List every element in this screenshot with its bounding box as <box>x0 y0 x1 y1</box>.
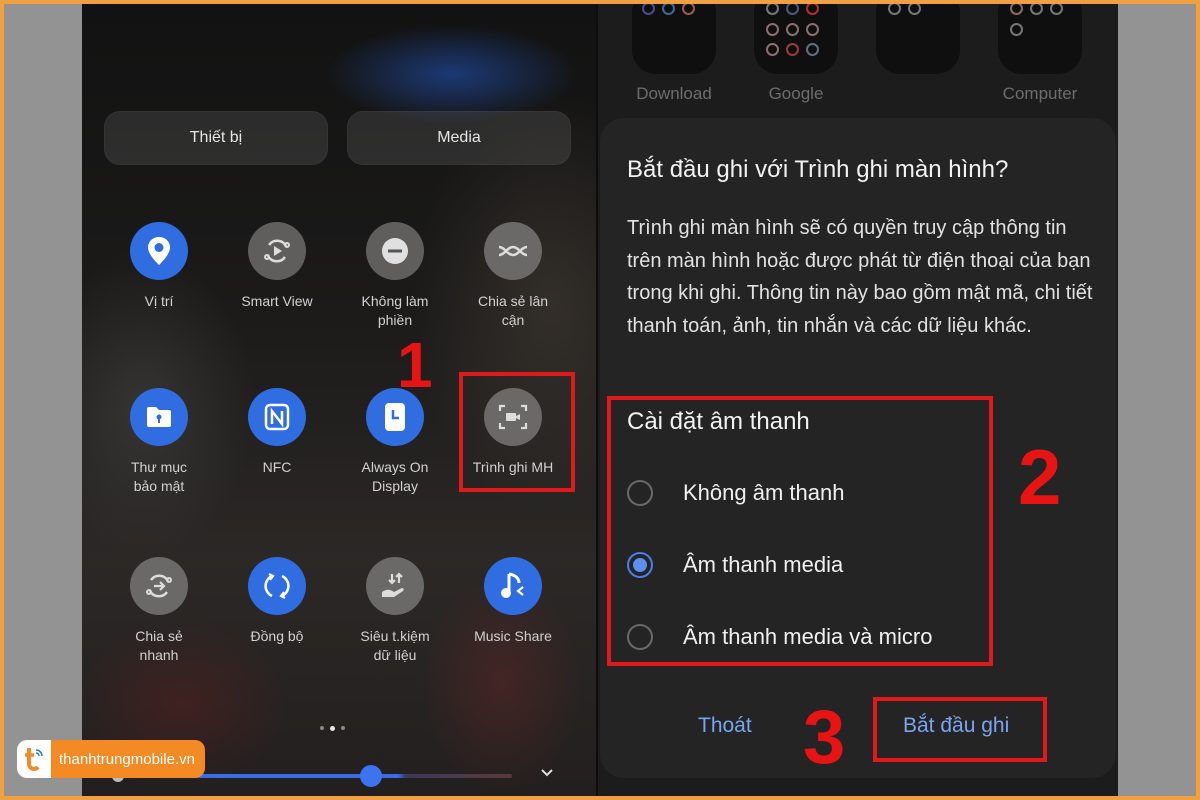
folder-download[interactable] <box>632 4 716 74</box>
tile-quick-share[interactable]: Chia sẻ nhanh <box>104 557 214 665</box>
page-dot[interactable] <box>320 726 324 730</box>
highlight-box-step1 <box>459 372 575 492</box>
dialog-title: Bắt đầu ghi với Trình ghi màn hình? <box>627 156 1009 183</box>
tile-always-on-display[interactable]: Always On Display <box>340 388 450 496</box>
sync-icon <box>248 557 306 615</box>
tile-sync[interactable]: Đồng bộ <box>222 557 332 646</box>
chevron-down-icon[interactable] <box>540 766 554 780</box>
tile-data-saver[interactable]: Siêu t.kiệm dữ liệu <box>340 557 450 665</box>
location-pin-icon <box>130 222 188 280</box>
tile-location[interactable]: Vị trí <box>104 222 214 311</box>
tile-do-not-disturb[interactable]: Không làm phiền <box>340 222 450 330</box>
step-number-1: 1 <box>397 329 433 401</box>
step-number-2: 2 <box>1018 433 1062 521</box>
brightness-slider-thumb[interactable] <box>360 765 383 787</box>
cancel-button[interactable]: Thoát <box>698 714 752 738</box>
page-indicator <box>320 725 345 731</box>
nearby-share-icon <box>484 222 542 280</box>
tile-music-share[interactable]: Music Share <box>458 557 568 646</box>
data-saver-icon <box>366 557 424 615</box>
tab-devices[interactable]: Thiết bị <box>104 111 328 165</box>
folder-label: Computer <box>1002 84 1078 103</box>
highlight-box-step2 <box>607 396 993 666</box>
tile-secure-folder[interactable]: Thư mục bảo mật <box>104 388 214 496</box>
do-not-disturb-icon <box>366 222 424 280</box>
page-dot-active[interactable] <box>330 725 335 731</box>
step-number-3: 3 <box>803 695 846 780</box>
dialog-body: Trình ghi màn hình sẽ có quyền truy cập … <box>627 217 1093 337</box>
smart-view-icon <box>248 222 306 280</box>
tile-nfc[interactable]: NFC <box>222 388 332 477</box>
nfc-icon <box>248 388 306 446</box>
tile-nearby-share[interactable]: Chia sẻ lân cận <box>458 222 568 330</box>
watermark-logo: thanhtrungmobile.vn <box>17 740 205 778</box>
folder-label: Download <box>636 84 712 103</box>
music-share-icon <box>484 557 542 615</box>
folder-computer[interactable] <box>998 4 1082 74</box>
brand-logo-icon <box>17 740 51 778</box>
watermark-text: thanhtrungmobile.vn <box>51 740 205 778</box>
folder-label: Google <box>768 84 824 103</box>
tab-media[interactable]: Media <box>347 111 571 165</box>
folder-unnamed[interactable] <box>876 4 960 74</box>
secure-folder-icon <box>130 388 188 446</box>
folder-google[interactable] <box>754 4 838 74</box>
quick-share-icon <box>130 557 188 615</box>
tile-smart-view[interactable]: Smart View <box>222 222 332 311</box>
highlight-box-step3 <box>873 697 1047 762</box>
page-dot[interactable] <box>341 726 345 730</box>
